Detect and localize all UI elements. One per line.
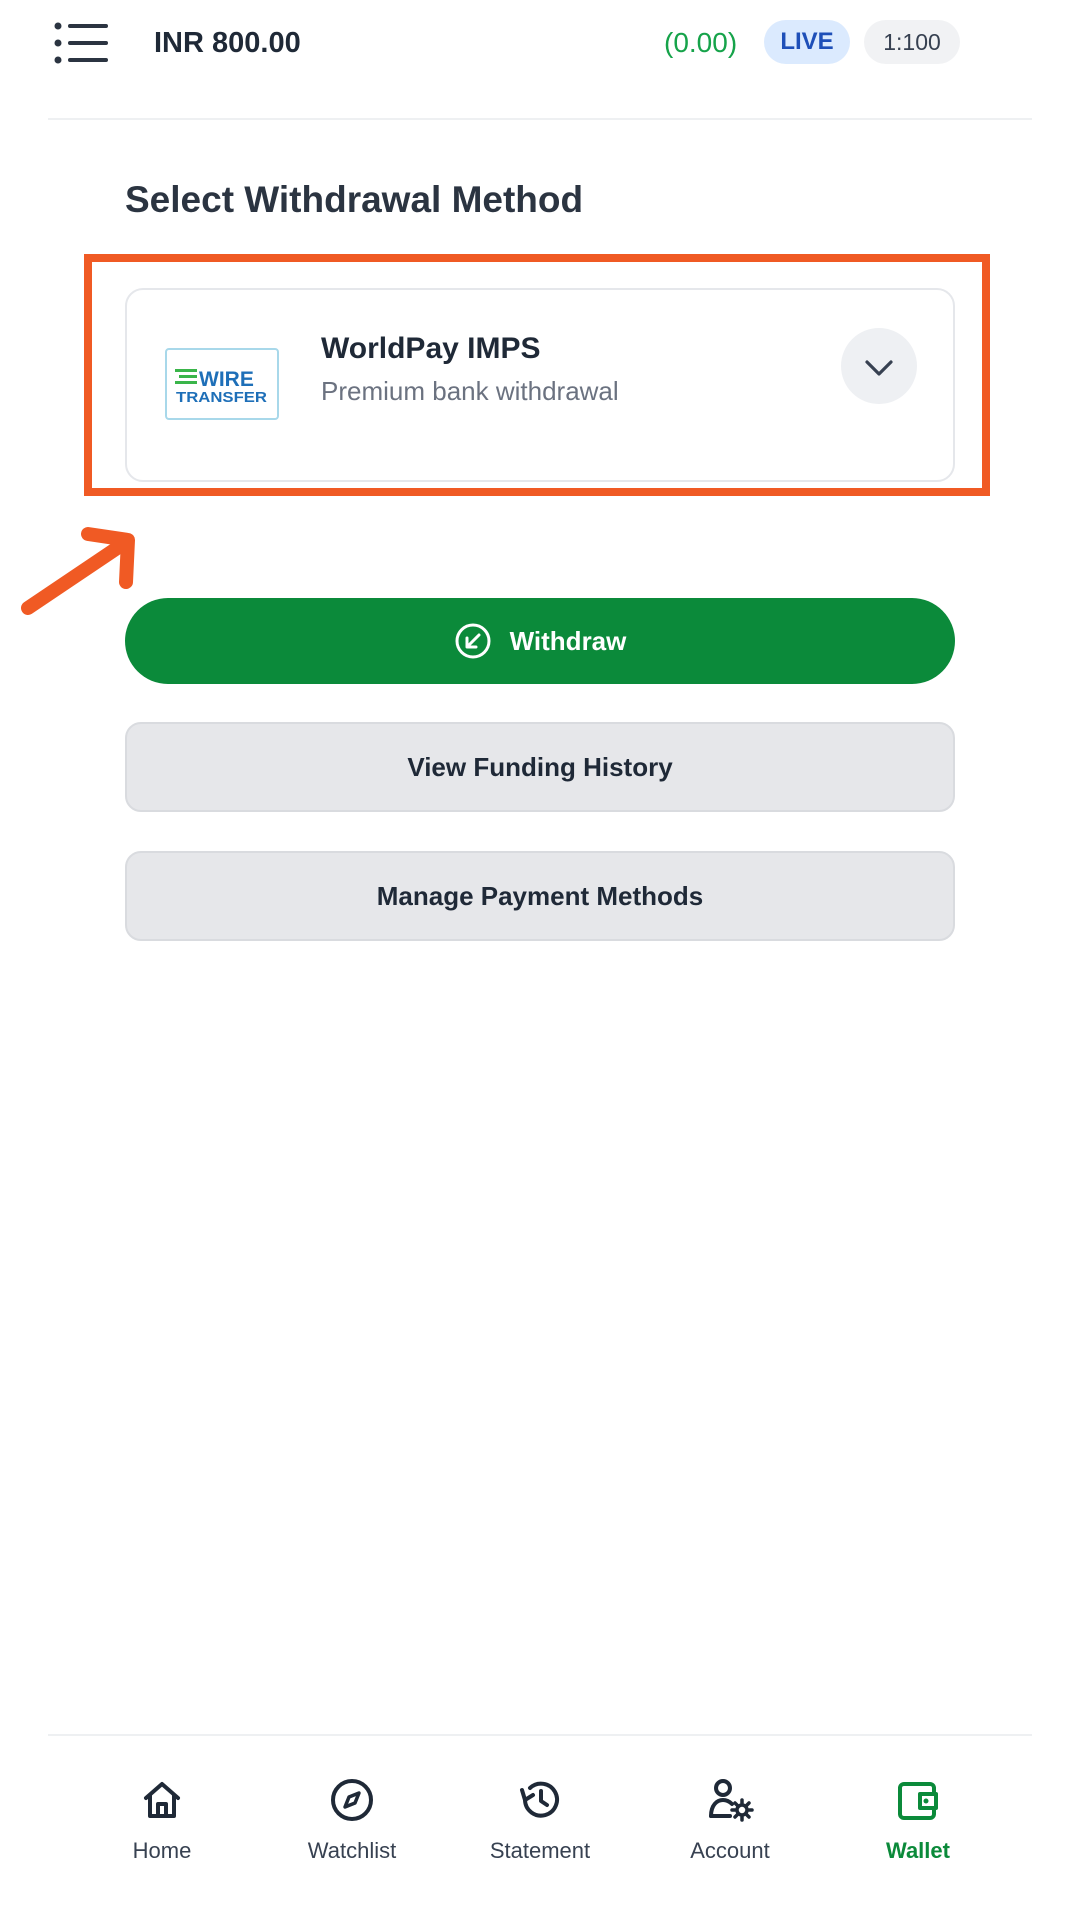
- withdraw-button[interactable]: Withdraw: [125, 598, 955, 684]
- account-balance: INR 800.00: [154, 27, 301, 59]
- manage-payment-methods-button[interactable]: Manage Payment Methods: [125, 851, 955, 941]
- home-icon: [144, 1782, 180, 1818]
- nav-label: Home: [132, 1838, 192, 1863]
- nav-wallet[interactable]: Wallet: [848, 1776, 988, 1896]
- pnl-value: (0.00): [664, 27, 738, 58]
- live-badge[interactable]: LIVE: [764, 20, 850, 64]
- annotation-arrow-icon: [21, 527, 135, 615]
- nav-label: Wallet: [886, 1838, 950, 1863]
- menu-icon[interactable]: [52, 20, 110, 66]
- nav-home[interactable]: Home: [92, 1776, 232, 1896]
- wallet-icon: [898, 1782, 938, 1820]
- withdraw-button-label: Withdraw: [509, 626, 627, 656]
- nav-watchlist[interactable]: Watchlist: [282, 1776, 422, 1896]
- annotation-highlight: [84, 254, 990, 496]
- nav-label: Account: [690, 1838, 770, 1863]
- arrow-down-left-circle-icon: [455, 623, 491, 659]
- bottom-nav: Home Watchlist Statement Account Wallet: [48, 1734, 1032, 1920]
- nav-statement[interactable]: Statement: [470, 1776, 610, 1896]
- leverage-badge[interactable]: 1:100: [864, 20, 960, 64]
- view-funding-history-button[interactable]: View Funding History: [125, 722, 955, 812]
- compass-icon: [331, 1779, 373, 1821]
- nav-label: Statement: [489, 1838, 591, 1863]
- page-title: Select Withdrawal Method: [125, 179, 584, 220]
- nav-account[interactable]: Account: [660, 1776, 800, 1896]
- user-settings-icon: [709, 1779, 754, 1822]
- wallet-screen: INR 800.00 (0.00) LIVE 1:100 Select With…: [0, 0, 1080, 1920]
- nav-label: Watchlist: [307, 1838, 397, 1863]
- history-icon: [520, 1781, 559, 1818]
